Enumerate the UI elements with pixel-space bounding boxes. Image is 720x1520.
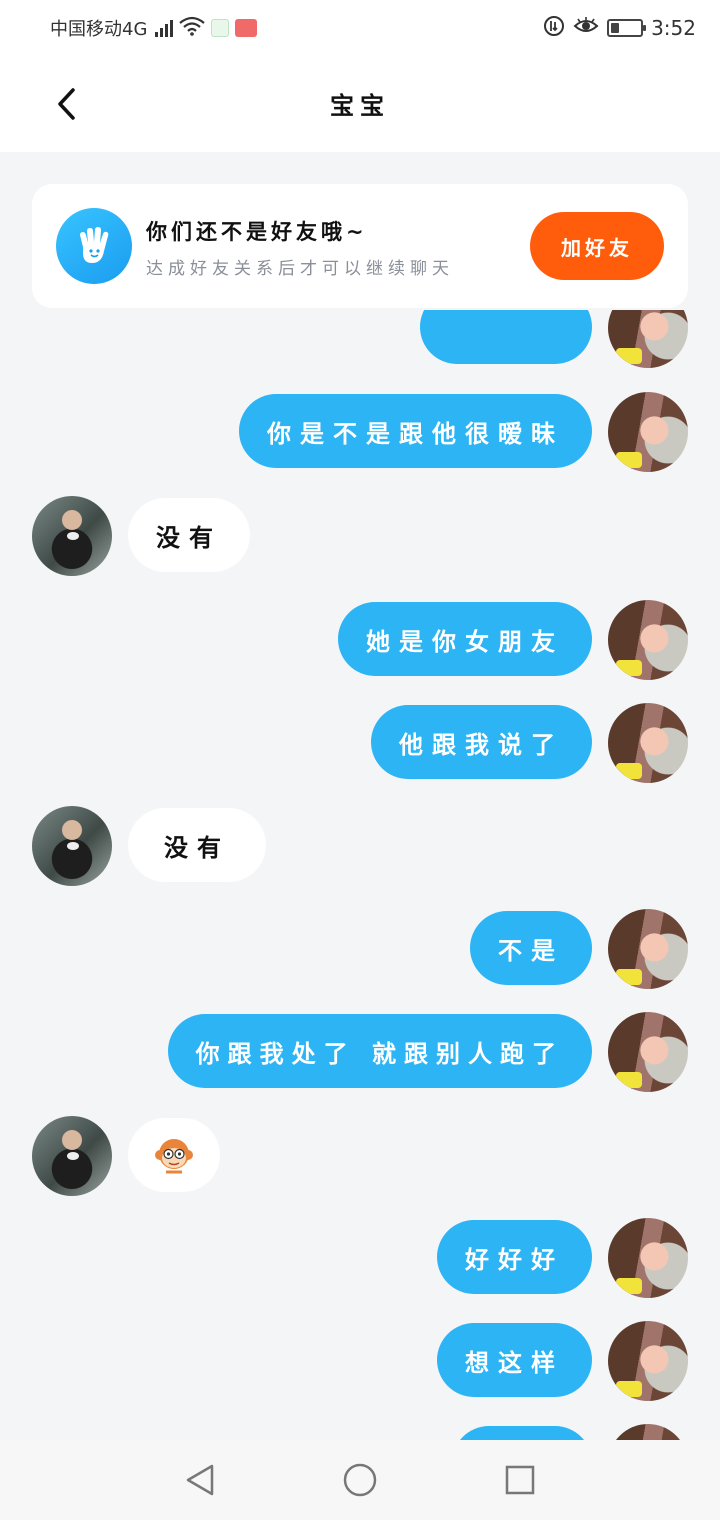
message-bubble[interactable]: 没有 — [128, 808, 266, 882]
message-bubble[interactable]: 没有 — [128, 498, 250, 572]
square-recents-icon — [505, 1465, 535, 1495]
eye-icon — [573, 16, 599, 41]
clock: 3:52 — [651, 16, 696, 40]
my-avatar[interactable] — [608, 909, 688, 989]
message-row: 没有 — [0, 496, 720, 576]
add-friend-button[interactable]: 加好友 — [530, 212, 664, 280]
message-bubble[interactable]: 想这样 — [437, 1323, 592, 1397]
message-row — [0, 1116, 720, 1196]
nav-recents-button[interactable] — [500, 1460, 540, 1500]
my-avatar[interactable] — [608, 392, 688, 472]
friend-request-banner: 你们还不是好友哦~ 达成好友关系后才可以继续聊天 加好友 — [32, 184, 688, 308]
message-bubble[interactable]: 他跟我说了 — [371, 705, 592, 779]
my-avatar[interactable] — [608, 600, 688, 680]
message-bubble[interactable] — [452, 1426, 592, 1440]
message-bubble[interactable] — [420, 310, 592, 364]
peer-avatar[interactable] — [32, 496, 112, 576]
message-row — [0, 1424, 720, 1440]
circle-home-icon — [343, 1463, 377, 1497]
page-title: 宝宝 — [330, 92, 390, 120]
message-bubble[interactable]: 不是 — [470, 911, 592, 985]
data-saver-icon — [543, 15, 565, 42]
status-bar: 中国移动4G 3:52 — [0, 0, 720, 56]
my-avatar[interactable] — [608, 1012, 688, 1092]
sticker-bubble[interactable] — [128, 1118, 220, 1192]
message-row — [0, 310, 720, 368]
message-row: 她是你女朋友 — [0, 600, 720, 680]
message-bubble[interactable]: 你是不是跟他很暧昧 — [239, 394, 592, 468]
chat-message-list[interactable]: 你是不是跟他很暧昧 没有 她是你女朋友 他跟我说了 没有 不是 你跟我处了 就跟… — [0, 310, 720, 1440]
title-bar: 宝宝 — [0, 56, 720, 152]
triangle-back-icon — [186, 1464, 214, 1496]
signal-icon — [155, 19, 174, 37]
my-avatar[interactable] — [608, 703, 688, 783]
banner-title: 你们还不是好友哦~ — [146, 220, 368, 244]
peer-avatar[interactable] — [32, 806, 112, 886]
carrier-label: 中国移动4G — [50, 19, 148, 40]
nav-home-button[interactable] — [340, 1460, 380, 1500]
message-row: 不是 — [0, 909, 720, 989]
my-avatar[interactable] — [608, 1424, 688, 1440]
message-row: 你跟我处了 就跟别人跑了 — [0, 1012, 720, 1092]
banner-subtitle: 达成好友关系后才可以继续聊天 — [146, 259, 454, 279]
app-notification-icon — [235, 19, 258, 37]
message-row: 他跟我说了 — [0, 703, 720, 783]
message-bubble[interactable]: 好好好 — [437, 1220, 592, 1294]
peer-avatar[interactable] — [32, 1116, 112, 1196]
my-avatar[interactable] — [608, 310, 688, 368]
message-row: 你是不是跟他很暧昧 — [0, 392, 720, 472]
message-row: 好好好 — [0, 1218, 720, 1298]
hand-wave-icon — [56, 208, 132, 284]
system-nav-bar — [0, 1440, 720, 1520]
nav-back-button[interactable] — [180, 1460, 220, 1500]
message-row: 想这样 — [0, 1321, 720, 1401]
monkey-sticker-icon — [155, 1139, 193, 1174]
message-bubble[interactable]: 她是你女朋友 — [338, 602, 592, 676]
shield-icon — [211, 19, 230, 37]
battery-icon — [607, 19, 647, 37]
my-avatar[interactable] — [608, 1321, 688, 1401]
status-left: 中国移动4G — [50, 14, 258, 42]
wifi-icon — [179, 16, 206, 41]
message-bubble[interactable]: 你跟我处了 就跟别人跑了 — [167, 1014, 592, 1088]
status-right: 3:52 — [543, 14, 696, 42]
my-avatar[interactable] — [608, 1218, 688, 1298]
message-row: 没有 — [0, 806, 720, 886]
